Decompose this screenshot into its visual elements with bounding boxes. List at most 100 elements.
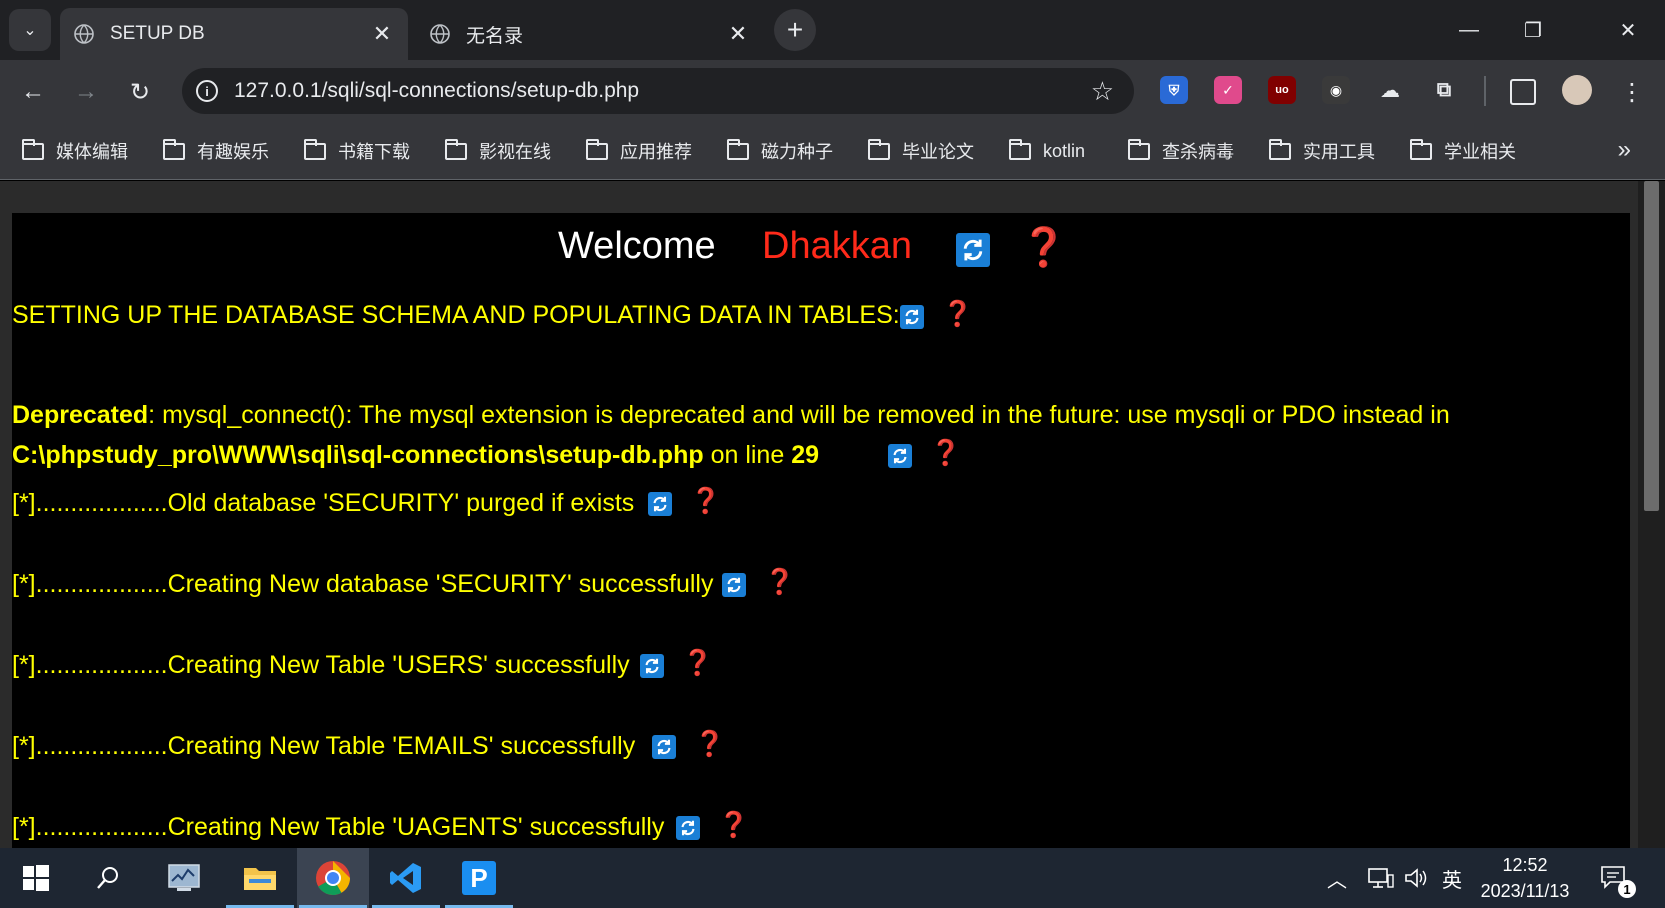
bookmark-folder[interactable]: kotlin [1009,136,1085,166]
cloud-extension-icon[interactable]: ☁ [1376,76,1404,104]
bookmark-label: 应用推荐 [620,142,692,162]
bookmark-label: kotlin [1043,140,1086,161]
url-text: 127.0.0.1/sqli/sql-connections/setup-db.… [234,79,640,102]
bookmark-label: 影视在线 [479,142,551,162]
forward-button[interactable]: → [68,74,104,110]
bitwarden-extension-icon[interactable]: ⛨ [1160,76,1188,104]
step-line: [*]...................Creating New Table… [12,651,630,679]
restore-button[interactable]: ❐ [1501,0,1565,60]
setup-heading: SETTING UP THE DATABASE SCHEMA AND POPUL… [12,301,900,330]
tab-wumingl[interactable]: 无名录 ✕ [416,8,764,60]
question-mark-icon: ❓ [942,299,974,328]
folder-icon [727,138,749,160]
network-icon[interactable] [1368,848,1394,908]
site-info-icon[interactable]: i [196,80,218,102]
system-clock[interactable]: 12:52 2023/11/13 [1470,852,1580,904]
bookmark-folder[interactable]: 实用工具 [1269,136,1375,166]
bookmark-folder[interactable]: 书籍下载 [304,136,410,166]
task-manager-icon [168,864,200,891]
bookmark-label: 有趣娱乐 [197,142,269,162]
bookmark-folder[interactable]: 查杀病毒 [1128,136,1234,166]
extensions-puzzle-icon[interactable]: ⧉ [1430,76,1458,104]
reload-icon: ↻ [129,78,151,106]
bookmarks-overflow-icon[interactable]: » [1618,136,1631,164]
on-line-text: on line [703,441,792,469]
tray-overflow-icon[interactable]: ︿ [1327,848,1347,908]
folder-icon [304,138,326,160]
translate-extension-icon[interactable]: ✓ [1214,76,1242,104]
start-button[interactable] [0,848,72,908]
step-line: [*]...................Creating New datab… [12,570,714,598]
phpstudy-icon: P [462,861,496,895]
tab-search-button[interactable]: ⌄ [9,9,51,51]
question-mark-icon: ❓ [682,648,714,677]
notification-center-button[interactable]: 1 [1600,848,1636,908]
refresh-emoji-icon [956,233,990,267]
bookmark-label: 书籍下载 [338,142,410,162]
ublock-origin-icon[interactable]: uo [1268,76,1296,104]
side-panel-icon[interactable] [1510,79,1536,105]
window-close-button[interactable]: ✕ [1596,0,1660,60]
phpstudy-app[interactable]: P [443,848,515,908]
welcome-text: Welcome [558,225,716,267]
file-path: C:\phpstudy_pro\WWW\sqli\sql-connections… [12,441,704,469]
notification-count-badge: 1 [1618,880,1636,898]
new-tab-button[interactable]: + [774,9,816,51]
profile-avatar[interactable] [1562,75,1592,105]
bookmark-folder[interactable]: 磁力种子 [727,136,833,166]
volume-icon[interactable] [1404,848,1428,908]
bookmark-folder[interactable]: 学业相关 [1410,136,1516,166]
search-button[interactable] [72,848,144,908]
back-button[interactable]: ← [15,74,51,110]
line-number: 29 [791,441,819,469]
deprecated-message: : mysql_connect(): The mysql extension i… [148,401,1450,429]
bookmark-star-icon[interactable]: ☆ [1091,76,1114,107]
vertical-scrollbar[interactable] [1638,181,1665,848]
refresh-emoji-icon [648,492,672,516]
refresh-emoji-icon [640,654,664,678]
clock-date: 2023/11/13 [1480,881,1570,901]
spy-extension-icon[interactable]: ◉ [1322,76,1350,104]
windows-logo-icon [23,865,49,891]
vscode-app[interactable] [370,848,442,908]
step-line: [*]...................Creating New Table… [12,813,665,841]
heading-text: SETTING UP THE DATABASE SCHEMA AND POPUL… [12,301,900,329]
bookmark-label: 毕业论文 [902,142,974,162]
chrome-app[interactable] [297,848,369,908]
tab-close-icon[interactable]: ✕ [370,21,394,47]
bookmark-folder[interactable]: 有趣娱乐 [163,136,269,166]
address-bar[interactable]: i 127.0.0.1/sqli/sql-connections/setup-d… [182,68,1134,114]
chevron-down-icon: ⌄ [23,22,37,39]
bookmark-folder[interactable]: 应用推荐 [586,136,692,166]
refresh-emoji-icon [900,305,924,329]
tab-close-icon[interactable]: ✕ [726,21,750,47]
question-mark-icon: ❓ [1020,225,1068,269]
deprecation-warning: Deprecated: mysql_connect(): The mysql e… [12,401,1450,430]
search-icon [97,867,118,889]
chrome-menu-button[interactable]: ⋮ [1614,74,1650,110]
clock-time: 12:52 [1502,855,1548,875]
minimize-button[interactable]: — [1437,0,1501,60]
question-mark-icon: ❓ [930,438,962,467]
bookmark-folder[interactable]: 媒体编辑 [22,136,128,166]
folder-icon [1009,138,1031,160]
bookmark-label: 磁力种子 [761,142,833,162]
task-manager-app[interactable] [148,848,220,908]
bookmark-label: 实用工具 [1303,142,1375,162]
page-body: Welcome Dhakkan ❓ SETTING UP THE DATABAS… [12,213,1630,848]
toolbar-divider [1484,76,1486,106]
bookmark-folder[interactable]: 毕业论文 [868,136,974,166]
reload-button[interactable]: ↻ [122,74,158,110]
deprecated-label: Deprecated [12,401,149,429]
bookmark-folder[interactable]: 影视在线 [445,136,551,166]
file-explorer-app[interactable] [224,848,296,908]
windows-taskbar: P ︿ 英 12:52 2023/11/13 1 [0,848,1665,908]
bookmark-label: 查杀病毒 [1162,142,1234,162]
ime-indicator[interactable]: 英 [1442,848,1462,908]
tab-setup-db[interactable]: SETUP DB ✕ [60,8,408,60]
question-mark-icon: ❓ [694,729,726,758]
tab-title: SETUP DB [110,23,205,44]
refresh-emoji-icon [676,816,700,840]
folder-icon [445,138,467,160]
scrollbar-thumb[interactable] [1644,181,1659,511]
